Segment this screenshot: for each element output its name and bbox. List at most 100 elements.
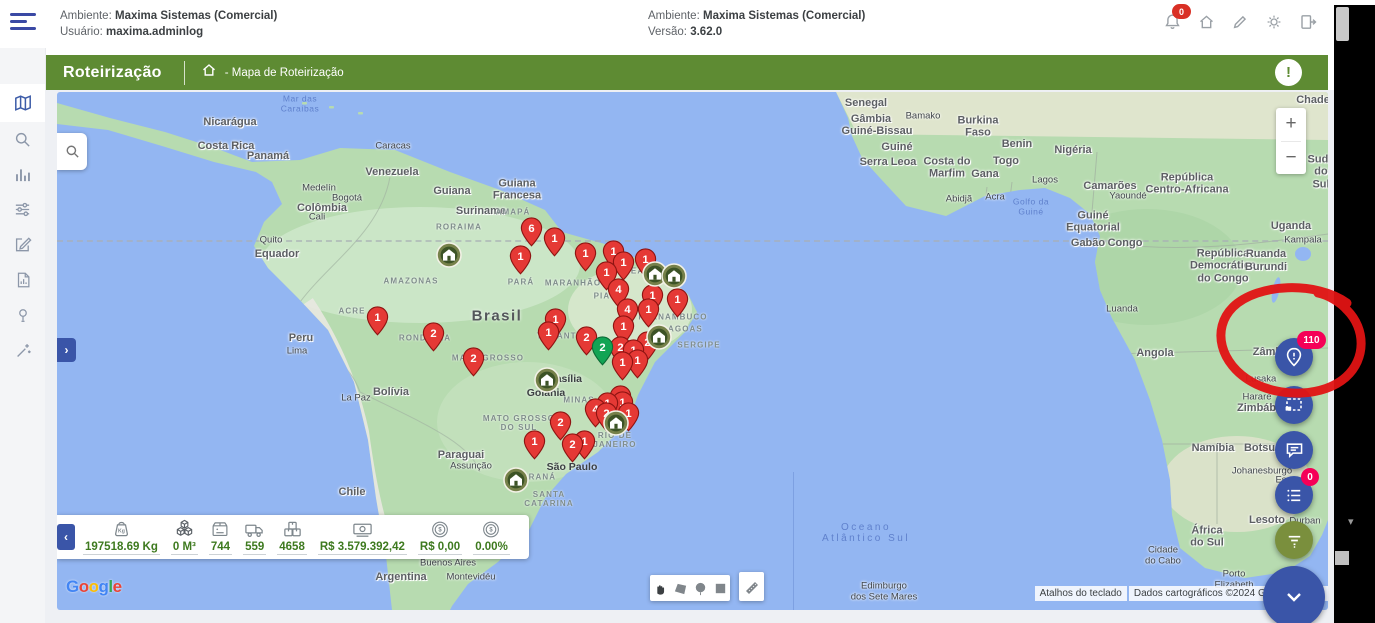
svg-text:6: 6 bbox=[528, 223, 534, 235]
svg-text:1: 1 bbox=[551, 233, 557, 245]
svg-text:4: 4 bbox=[615, 284, 622, 296]
gear-icon[interactable] bbox=[1262, 10, 1286, 34]
bell-icon[interactable]: 0 bbox=[1160, 10, 1184, 34]
ruler-icon bbox=[744, 579, 760, 595]
stat-orders-value: 744 bbox=[209, 541, 232, 555]
vertical-scrollbar[interactable] bbox=[1336, 7, 1349, 41]
svg-text:1: 1 bbox=[645, 304, 651, 316]
map-marker-depot[interactable] bbox=[661, 263, 687, 294]
svg-text:2: 2 bbox=[557, 417, 563, 429]
stat-percent-value: 0.00% bbox=[473, 541, 510, 555]
map-marker-depot[interactable] bbox=[534, 367, 560, 398]
svg-text:2: 2 bbox=[583, 332, 589, 344]
map-pin-green[interactable]: 2 bbox=[591, 336, 614, 371]
stats-collapse-button[interactable]: ‹ bbox=[57, 524, 75, 550]
stat-volume: 0 M³ bbox=[171, 519, 198, 555]
notification-badge: 0 bbox=[1172, 4, 1191, 19]
svg-text:2: 2 bbox=[470, 353, 476, 365]
sidebar-item-map[interactable] bbox=[0, 84, 45, 122]
stat-percent: $ 0.00% bbox=[473, 519, 510, 555]
map-pin-red[interactable]: 2 bbox=[462, 347, 485, 382]
window-edge-strip: ▾ bbox=[1334, 0, 1375, 623]
home-icon[interactable] bbox=[1194, 10, 1218, 34]
package-icon bbox=[209, 519, 231, 540]
polygon-tool-icon[interactable] bbox=[671, 579, 689, 597]
versao-value: 3.62.0 bbox=[690, 26, 722, 38]
route-stats-bar: ‹ Kg 197518.69 Kg 0 M³ 744 559 4658 bbox=[57, 515, 529, 559]
svg-text:$: $ bbox=[490, 528, 494, 534]
sidebar-item-edit[interactable] bbox=[0, 227, 45, 262]
weight-icon: Kg bbox=[110, 519, 133, 540]
map-marker-depot[interactable] bbox=[436, 242, 462, 273]
sidebar-item-report[interactable] bbox=[0, 262, 45, 297]
stat-weight: Kg 197518.69 Kg bbox=[83, 519, 160, 555]
map-pin-red[interactable]: 1 bbox=[509, 245, 532, 280]
map-drawing-toolbar bbox=[650, 575, 730, 601]
zoom-out-button[interactable]: − bbox=[1276, 142, 1306, 175]
keyboard-shortcuts-link[interactable]: Atalhos do teclado bbox=[1035, 586, 1127, 601]
titlebar-divider bbox=[184, 61, 185, 85]
map-pin-red[interactable]: 1 bbox=[611, 351, 634, 386]
page-title: Roteirização bbox=[63, 64, 162, 82]
breadcrumb: - Mapa de Roteirização bbox=[225, 67, 344, 79]
map-search-button[interactable] bbox=[57, 133, 87, 170]
svg-text:$: $ bbox=[438, 528, 442, 534]
stat-trucks: 559 bbox=[243, 519, 266, 555]
routing-map[interactable]: Mar das CaraíbasNicaráguaCosta RicaPanam… bbox=[57, 92, 1328, 610]
ambiente2-value: Maxima Sistemas (Comercial) bbox=[703, 10, 865, 22]
hand-tool-icon[interactable] bbox=[651, 579, 669, 597]
map-pin-red[interactable]: 1 bbox=[523, 430, 546, 465]
stat-trucks-value: 559 bbox=[243, 541, 266, 555]
percent-coin-icon: $ bbox=[480, 519, 502, 540]
environment-info: Ambiente: Maxima Sistemas (Comercial) Us… bbox=[60, 8, 277, 40]
svg-text:1: 1 bbox=[634, 355, 640, 367]
map-marker-depot[interactable] bbox=[603, 410, 629, 441]
pencil-icon[interactable] bbox=[1228, 10, 1252, 34]
svg-text:1: 1 bbox=[545, 327, 551, 339]
filter-fab[interactable] bbox=[1275, 521, 1313, 559]
map-marker-depot[interactable] bbox=[503, 467, 529, 498]
map-pin-red[interactable]: 1 bbox=[543, 227, 566, 262]
stat-discount-value: R$ 0,00 bbox=[418, 541, 462, 555]
hamburger-menu-icon[interactable] bbox=[10, 13, 37, 33]
svg-text:Kg: Kg bbox=[118, 528, 125, 534]
svg-text:2: 2 bbox=[569, 439, 575, 451]
sidebar-item-location[interactable] bbox=[0, 297, 45, 332]
rectangle-tool-icon[interactable] bbox=[711, 579, 729, 597]
zoom-in-button[interactable]: + bbox=[1276, 108, 1306, 141]
sidebar-item-route-tool[interactable] bbox=[0, 332, 45, 367]
stat-volume-value: 0 M³ bbox=[171, 541, 198, 555]
svg-text:1: 1 bbox=[517, 251, 523, 263]
scrollbar-button[interactable] bbox=[1335, 551, 1349, 565]
list-icon bbox=[1284, 485, 1305, 506]
ruler-tool-button[interactable] bbox=[739, 572, 764, 601]
map-pin-red[interactable]: 1 bbox=[366, 306, 389, 341]
panel-expand-handle[interactable]: › bbox=[57, 338, 76, 362]
map-pin-red[interactable]: 1 bbox=[537, 321, 560, 356]
sidebar-item-route-filters[interactable] bbox=[0, 192, 45, 227]
map-pin-red[interactable]: 2 bbox=[561, 433, 584, 468]
ambiente-label: Ambiente: bbox=[60, 10, 112, 22]
coin-icon: $ bbox=[429, 519, 451, 540]
svg-text:1: 1 bbox=[619, 357, 625, 369]
svg-text:1: 1 bbox=[620, 257, 626, 269]
map-marker-depot[interactable] bbox=[646, 324, 672, 355]
sidebar-item-search[interactable] bbox=[0, 122, 45, 157]
breadcrumb-home-icon[interactable] bbox=[201, 62, 217, 83]
cubes-icon bbox=[173, 519, 196, 540]
map-pin-red[interactable]: 1 bbox=[574, 242, 597, 277]
collapse-fab[interactable] bbox=[1263, 566, 1325, 623]
header-actions: 0 bbox=[1160, 10, 1320, 34]
truck-icon bbox=[243, 519, 266, 540]
area-select-fab[interactable] bbox=[1275, 386, 1313, 424]
sidebar-item-statistics[interactable] bbox=[0, 157, 45, 192]
search-icon bbox=[65, 144, 80, 159]
alert-button[interactable]: ! bbox=[1275, 59, 1302, 86]
map-pin-red[interactable]: 2 bbox=[422, 322, 445, 357]
stat-items-value: 4658 bbox=[277, 541, 307, 555]
exit-icon[interactable] bbox=[1296, 10, 1320, 34]
locations-fab-badge: 110 bbox=[1297, 331, 1326, 349]
module-titlebar: Roteirização - Mapa de Roteirização ! bbox=[45, 55, 1328, 90]
circle-tool-icon[interactable] bbox=[691, 579, 709, 597]
chat-fab[interactable] bbox=[1275, 431, 1313, 469]
